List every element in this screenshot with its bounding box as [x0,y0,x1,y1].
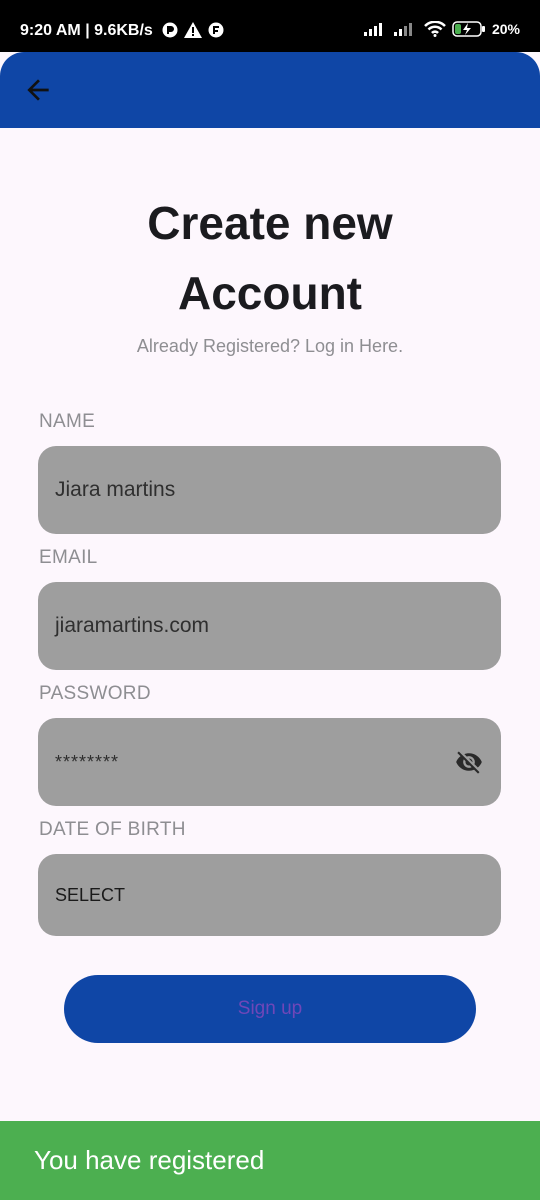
dob-select[interactable]: SELECT [38,854,501,936]
dob-value: SELECT [55,884,126,905]
signal-icon-2 [393,23,412,36]
dob-label: DATE OF BIRTH [39,819,186,840]
status-notification-icons [162,22,224,38]
page-title-line-1: Create new [147,197,393,249]
battery-charging-icon [452,21,485,37]
email-label: EMAIL [39,547,98,568]
name-field[interactable]: Jiara martins [38,446,501,534]
password-value: ******** [55,751,120,772]
battery-level: 20% [491,21,520,37]
wifi-icon [424,21,446,37]
notification-app-icon-2 [208,22,224,38]
back-button[interactable] [22,74,54,106]
warning-icon [184,22,202,38]
status-system-icons: 20% [363,21,520,37]
signal-icon [363,23,382,36]
page-title: Create new Account [0,188,540,328]
sign-up-label: Sign up [237,998,303,1019]
status-time: 9:20 AM | 9.6KB/s [20,22,153,39]
email-field[interactable]: jiaramartins.com [38,582,501,670]
status-bar: 9:20 AM | 9.6KB/s 20% [0,0,540,52]
name-value: Jiara martins [55,478,176,501]
name-label: NAME [39,411,96,432]
sign-up-button[interactable]: Sign up [64,975,476,1043]
password-field[interactable]: ******** [38,718,501,806]
success-snackbar: You have registered [0,1121,540,1200]
email-value: jiaramartins.com [55,614,210,637]
snackbar-message: You have registered [34,1145,265,1175]
arrow-back-icon [27,79,49,101]
app-bar [0,52,540,128]
password-label: PASSWORD [39,683,151,704]
eye-off-icon [456,751,482,774]
login-link[interactable]: Already Registered? Log in Here. [0,336,540,357]
toggle-password-visibility-button[interactable] [453,748,485,776]
page-title-line-2: Account [178,267,362,319]
notification-app-icon [162,22,178,38]
